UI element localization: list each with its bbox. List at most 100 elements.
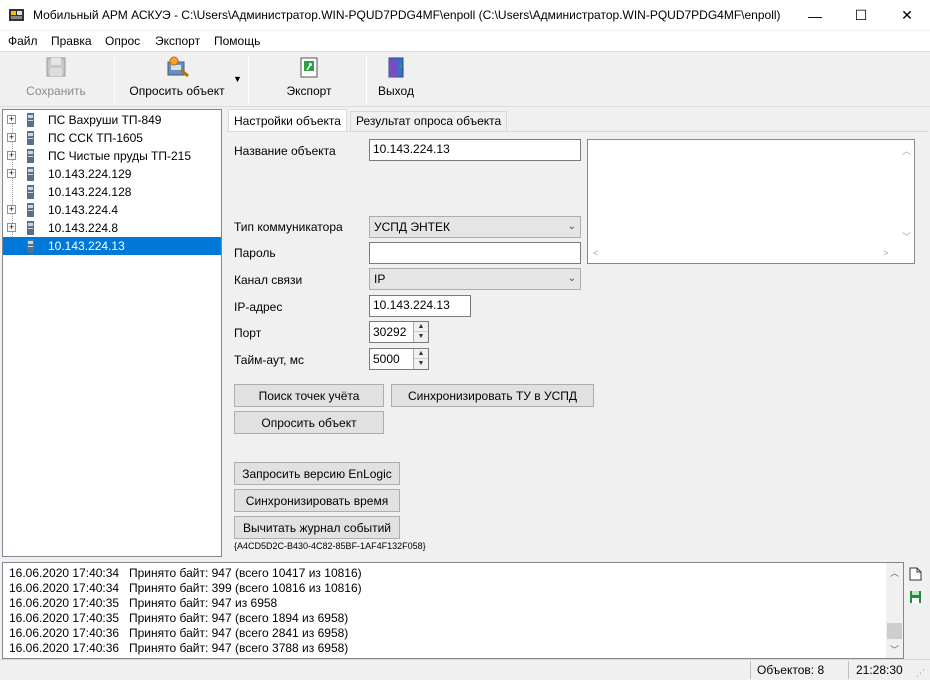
notes-vertical-scrollbar[interactable]: ︿ ﹀ xyxy=(897,140,914,246)
scroll-left-icon[interactable]: < xyxy=(593,248,598,258)
poll-object-form-button[interactable]: Опросить объект xyxy=(234,411,384,434)
scrollbar-thumb[interactable] xyxy=(887,623,902,639)
exit-door-icon xyxy=(388,57,404,78)
tree-item[interactable]: +10.143.224.4 xyxy=(3,201,221,219)
toolbar: Сохранить Опросить объект ▼ Экспорт Выхо… xyxy=(0,51,930,107)
poll-object-button[interactable]: Опросить объект xyxy=(122,56,232,104)
communicator-type-select[interactable]: УСПД ЭНТЕК ⌄ xyxy=(369,216,581,238)
request-enlogic-version-button[interactable]: Запросить версию EnLogic xyxy=(234,462,400,485)
spin-down-icon[interactable]: ▼ xyxy=(414,359,428,369)
menu-bar: Файл Правка Опрос Экспорт Помощь xyxy=(0,31,930,51)
export-button[interactable]: Экспорт xyxy=(276,56,342,104)
exit-button[interactable]: Выход xyxy=(374,56,418,104)
menu-help[interactable]: Помощь xyxy=(214,34,260,48)
title-bar: Мобильный АРМ АСКУЭ - C:\Users\Администр… xyxy=(0,0,930,31)
tree-item-label: 10.143.224.129 xyxy=(48,167,132,181)
log-message: Принято байт: 947 (всего 1894 из 6958) xyxy=(129,611,349,625)
tree-item[interactable]: + ПС ССК ТП-1605 xyxy=(3,129,221,147)
toolbar-separator xyxy=(248,56,249,104)
notes-horizontal-scrollbar[interactable]: < > xyxy=(588,246,914,263)
expand-icon[interactable]: + xyxy=(7,115,16,124)
spin-down-icon[interactable]: ▼ xyxy=(414,332,428,342)
minimize-button[interactable]: — xyxy=(792,0,838,31)
object-tree[interactable]: + ПС Вахруши ТП-849 + ПС ССК ТП-1605 + ПС Чис… xyxy=(2,109,222,557)
device-icon xyxy=(27,221,34,235)
log-line: 16.06.2020 17:40:35 Принято байт: 947 из … xyxy=(9,596,277,610)
log-vertical-scrollbar[interactable]: ︿ ﹀ xyxy=(886,563,903,658)
channel-label: Канал связи xyxy=(234,273,303,287)
password-input[interactable] xyxy=(369,242,581,264)
log-line: 16.06.2020 17:40:34 Принято байт: 399 (вс… xyxy=(9,581,362,595)
menu-poll[interactable]: Опрос xyxy=(105,34,140,48)
tree-item[interactable]: 10.143.224.128 xyxy=(3,183,221,201)
scroll-up-icon[interactable]: ︿ xyxy=(890,566,899,579)
device-icon xyxy=(27,149,34,163)
scroll-down-icon[interactable]: ﹀ xyxy=(890,643,899,656)
device-icon xyxy=(27,203,34,217)
tree-item-label: ПС Вахруши ТП-849 xyxy=(48,113,162,127)
tree-item-label: ПС Чистые пруды ТП-215 xyxy=(48,149,192,163)
save-log-icon[interactable] xyxy=(909,590,922,604)
log-timestamp: 16.06.2020 17:40:35 xyxy=(9,596,120,610)
communicator-type-value: УСПД ЭНТЕК xyxy=(374,220,450,234)
sync-time-button[interactable]: Синхронизировать время xyxy=(234,489,400,512)
log-timestamp: 16.06.2020 17:40:36 xyxy=(9,641,120,655)
log-message: Принято байт: 947 (всего 10417 из 10816) xyxy=(129,566,362,580)
export-icon xyxy=(300,57,318,78)
channel-value: IP xyxy=(374,272,386,286)
log-panel[interactable]: 16.06.2020 17:40:34 Принято байт: 947 (вс… xyxy=(2,562,904,659)
tab-poll-result[interactable]: Результат опроса объекта xyxy=(350,111,508,132)
spin-up-icon[interactable]: ▲ xyxy=(414,322,428,332)
tab-object-settings[interactable]: Настройки объекта xyxy=(228,109,347,131)
toolbar-separator xyxy=(366,56,367,104)
device-icon xyxy=(27,185,34,199)
tree-item[interactable]: + ПС Вахруши ТП-849 xyxy=(3,111,221,129)
log-message: Принято байт: 947 из 6958 xyxy=(129,596,278,610)
save-button[interactable]: Сохранить xyxy=(20,56,92,104)
ip-address-input[interactable]: 10.143.224.13 xyxy=(369,295,471,317)
resize-grip-icon[interactable]: ⋰ xyxy=(916,668,925,679)
poll-dropdown-arrow-icon[interactable]: ▼ xyxy=(233,74,242,84)
menu-edit[interactable]: Правка xyxy=(51,34,92,48)
maximize-button[interactable]: ☐ xyxy=(838,0,884,31)
channel-select[interactable]: IP ⌄ xyxy=(369,268,581,290)
sync-tu-button[interactable]: Синхронизировать ТУ в УСПД xyxy=(391,384,594,407)
tree-item[interactable]: 10.143.224.13 xyxy=(3,237,221,255)
log-line: 16.06.2020 17:40:36 Принято байт: 947 (вс… xyxy=(9,626,348,640)
status-separator xyxy=(848,661,849,679)
expand-icon[interactable]: + xyxy=(7,223,16,232)
scroll-right-icon[interactable]: > xyxy=(883,248,888,258)
port-value: 30292 xyxy=(373,325,407,339)
timeout-stepper[interactable]: 5000 ▲ ▼ xyxy=(369,348,429,370)
read-event-log-button[interactable]: Вычитать журнал событий xyxy=(234,516,400,539)
poll-object-label: Опросить объект xyxy=(129,84,225,98)
find-metering-points-button[interactable]: Поиск точек учёта xyxy=(234,384,384,407)
log-timestamp: 16.06.2020 17:40:35 xyxy=(9,611,120,625)
object-name-label: Название объекта xyxy=(234,144,336,158)
object-name-input[interactable]: 10.143.224.13 xyxy=(369,139,581,161)
communicator-type-label: Тип коммуникатора xyxy=(234,220,343,234)
device-icon xyxy=(27,113,34,127)
scroll-down-icon[interactable]: ﹀ xyxy=(902,230,911,243)
objects-count: Объектов: 8 xyxy=(757,663,825,677)
scroll-up-icon[interactable]: ︿ xyxy=(902,144,911,157)
tree-item-label: ПС ССК ТП-1605 xyxy=(48,131,143,145)
port-stepper[interactable]: 30292 ▲ ▼ xyxy=(369,321,429,343)
expand-icon[interactable]: + xyxy=(7,169,16,178)
log-line: 16.06.2020 17:40:34 Принято байт: 947 (вс… xyxy=(9,566,362,580)
tree-item[interactable]: + ПС Чистые пруды ТП-215 xyxy=(3,147,221,165)
menu-file[interactable]: Файл xyxy=(8,34,38,48)
expand-icon[interactable]: + xyxy=(7,205,16,214)
new-document-icon[interactable] xyxy=(909,567,922,581)
menu-export[interactable]: Экспорт xyxy=(155,34,200,48)
expand-icon[interactable]: + xyxy=(7,151,16,160)
tree-item[interactable]: +10.143.224.129 xyxy=(3,165,221,183)
timeout-label: Тайм-аут, мс xyxy=(234,353,305,367)
port-label: Порт xyxy=(234,326,262,340)
device-icon xyxy=(27,239,34,253)
expand-icon[interactable]: + xyxy=(7,133,16,142)
object-notes-textarea[interactable]: ︿ ﹀ < > xyxy=(587,139,915,264)
tree-item[interactable]: +10.143.224.8 xyxy=(3,219,221,237)
spin-up-icon[interactable]: ▲ xyxy=(414,349,428,359)
close-button[interactable]: ✕ xyxy=(884,0,930,31)
